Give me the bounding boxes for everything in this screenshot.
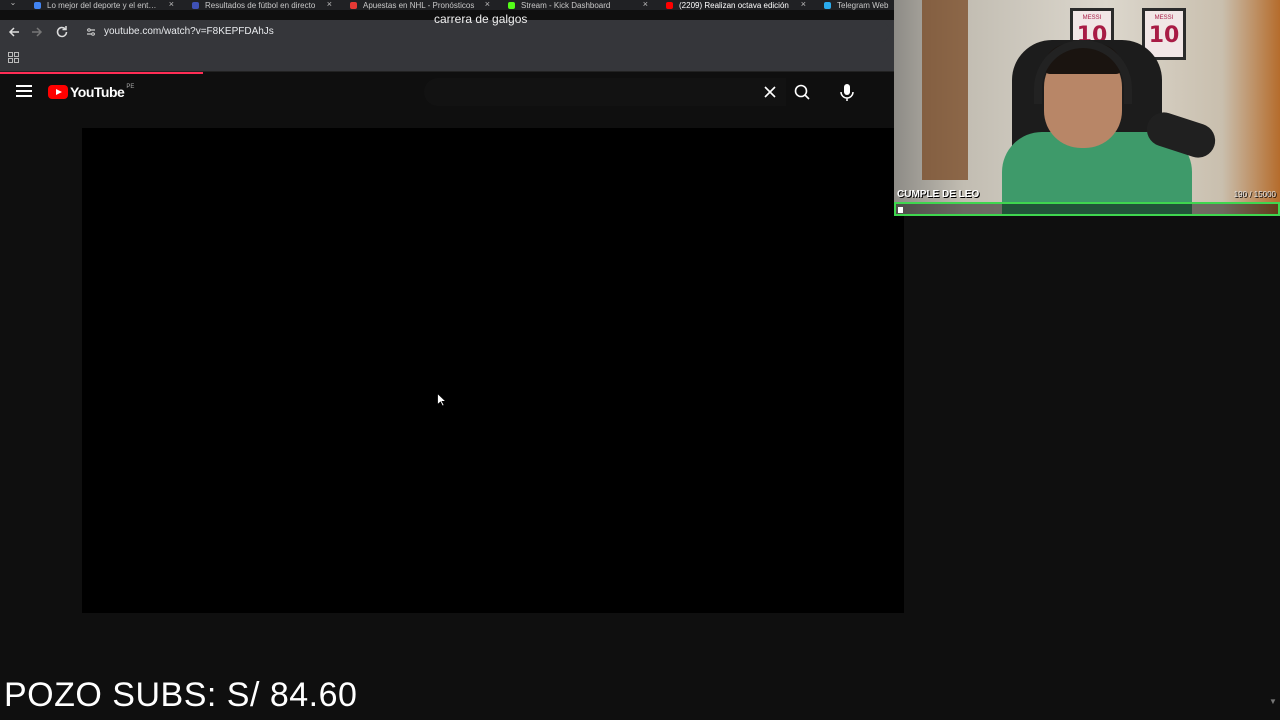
search-icon[interactable] <box>786 78 818 106</box>
mouse-cursor-icon <box>437 393 447 407</box>
tab-close-icon[interactable]: × <box>801 0 806 9</box>
reload-icon[interactable] <box>54 24 70 40</box>
scroll-down-icon[interactable]: ▼ <box>1269 697 1279 707</box>
tab-title: Lo mejor del deporte y el entretenimient… <box>47 0 159 10</box>
tab-title: Telegram Web <box>837 0 889 10</box>
microphone-icon[interactable] <box>833 78 861 106</box>
tab-close-icon[interactable]: × <box>643 0 648 9</box>
youtube-logo[interactable]: YouTube PE <box>48 82 134 102</box>
youtube-header: YouTube PE <box>0 74 894 110</box>
goal-label: CUMPLE DE LEO <box>897 189 980 200</box>
webcam-overlay: MESSI 10 MESSI 10 CUMPLE DE LEO 190 / 15… <box>894 0 1280 216</box>
apps-grid-icon[interactable] <box>8 52 19 63</box>
screen: ⌄ Lo mejor del deporte y el entretenimie… <box>0 0 1280 720</box>
tab-close-icon[interactable]: × <box>327 0 332 9</box>
search-box <box>424 78 786 106</box>
forward-arrow-icon[interactable] <box>29 24 45 40</box>
tab-favicon-icon <box>508 1 515 9</box>
tab-title: (2209) Realizan octava edición <box>679 0 789 10</box>
tab-search-icon[interactable]: ⌄ <box>6 0 20 9</box>
clear-search-icon[interactable] <box>761 83 779 101</box>
jersey-name: MESSI <box>1082 15 1102 21</box>
tab-favicon-icon <box>824 1 831 9</box>
region-code: PE <box>126 84 135 90</box>
tab-favicon-icon <box>192 1 199 9</box>
tab-title: Resultados de fútbol en directo <box>205 0 316 10</box>
tab-title: Stream - Kick Dashboard <box>521 0 611 10</box>
browser-tab-active[interactable]: (2209) Realizan octava edición × <box>666 0 806 10</box>
browser-tab[interactable]: Resultados de fútbol en directo × <box>192 0 332 10</box>
browser-tabstrip: ⌄ Lo mejor del deporte y el entretenimie… <box>0 0 894 10</box>
pozo-subs-text: POZO SUBS: S/ 84.60 <box>4 676 358 714</box>
browser-tab[interactable]: Telegram Web <box>824 0 894 10</box>
url-text[interactable]: youtube.com/watch?v=F8KEPFDAhJs <box>104 26 274 37</box>
browser-tab[interactable]: Lo mejor del deporte y el entretenimient… <box>34 0 174 10</box>
browser-tab[interactable]: Apuestas en NHL - Pronósticos × <box>350 0 490 10</box>
tab-close-icon[interactable]: × <box>169 0 174 9</box>
tab-favicon-icon <box>666 1 673 9</box>
bookmarks-bar <box>0 44 894 72</box>
video-player[interactable] <box>82 128 904 613</box>
tab-close-icon[interactable]: × <box>485 0 490 9</box>
back-arrow-icon[interactable] <box>6 24 22 40</box>
search-input[interactable] <box>434 11 754 27</box>
webcam-door <box>922 0 968 180</box>
jersey-number: 10 <box>1148 23 1180 48</box>
goal-progress-bar <box>894 202 1280 216</box>
logo-text: YouTube <box>70 84 125 100</box>
tab-favicon-icon <box>34 1 41 9</box>
youtube-play-icon <box>48 85 68 99</box>
site-settings-icon[interactable] <box>86 27 96 37</box>
tab-favicon-icon <box>350 1 357 9</box>
hamburger-menu-icon[interactable] <box>16 85 32 99</box>
goal-count: 190 / 15000 <box>1233 190 1276 199</box>
browser-tab[interactable]: Stream - Kick Dashboard × <box>508 0 648 10</box>
tab-title: Apuestas en NHL - Pronósticos <box>363 0 475 10</box>
goal-progress-fill <box>898 207 903 213</box>
jersey-name: MESSI <box>1154 15 1174 21</box>
